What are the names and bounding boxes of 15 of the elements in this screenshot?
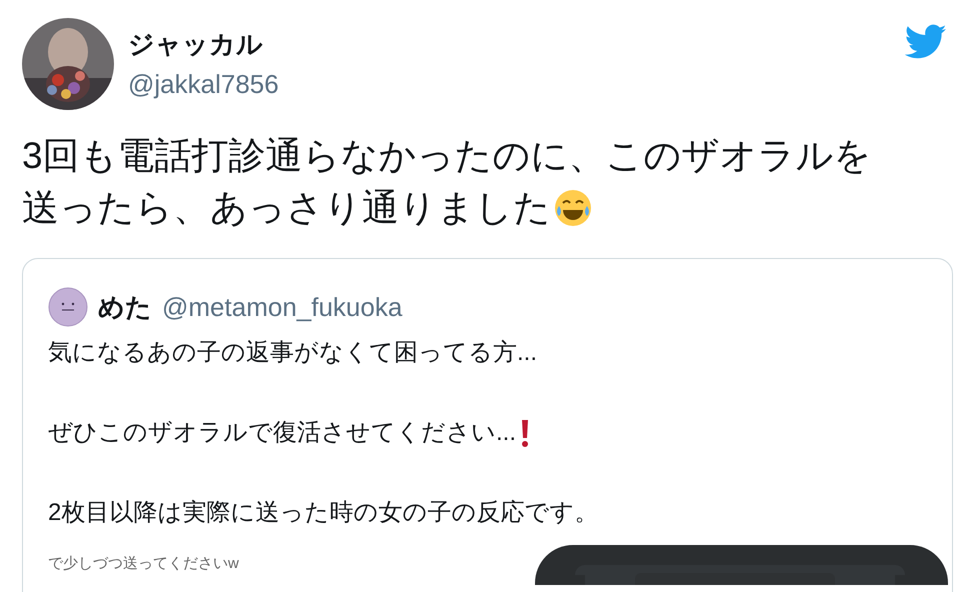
exclamation-icon xyxy=(520,418,530,448)
avatar-icon xyxy=(48,287,88,327)
quoted-tweet-card[interactable]: めた @metamon_fukuoka 気になるあの子の返事がなくて困ってる方... ぜひこのザオラルで復活させてください... 2枚目以降は実際に送った時の女の子の反応です。 で少しづつ送ってくださいw xyxy=(22,258,953,592)
quoted-author-name: めた xyxy=(98,290,152,324)
bird-icon[interactable] xyxy=(905,24,947,60)
tweet-text: 3回も電話打診通らなかったのに、このザオラルを xyxy=(22,134,872,178)
tweet-text: 送ったら、あっさり通りました xyxy=(22,186,551,230)
laughing-emoji-icon xyxy=(553,188,593,228)
quoted-text: ぜひこのザオラルで復活させてください... xyxy=(48,418,516,448)
author-name: ジャッカル xyxy=(128,28,264,61)
quoted-text: 2枚目以降は実際に送った時の女の子の反応です。 xyxy=(48,498,598,528)
media-caption: で少しづつ送ってくださいw xyxy=(48,554,240,574)
quoted-author-handle: @metamon_fukuoka xyxy=(162,290,402,324)
author-handle: @jakkal7856 xyxy=(128,68,279,101)
quoted-text: 気になるあの子の返事がなくて困ってる方... xyxy=(48,338,538,368)
